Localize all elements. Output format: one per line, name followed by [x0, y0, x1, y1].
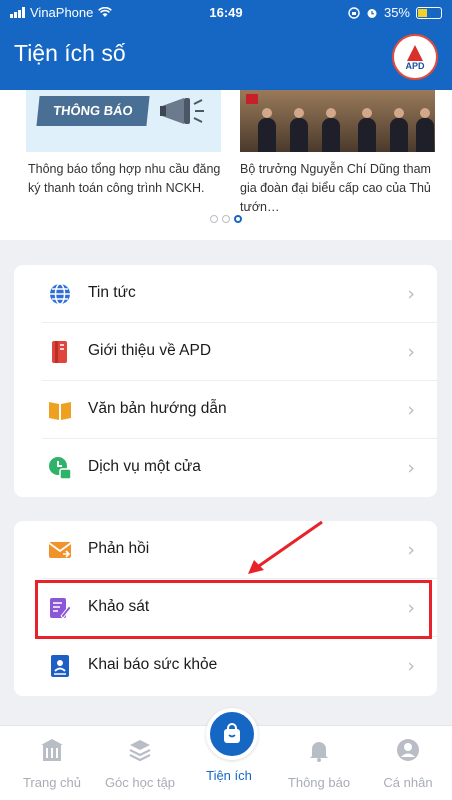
menu-item-gioi-thieu[interactable]: Giới thiệu về APD › [14, 323, 437, 381]
person-figure [258, 108, 276, 152]
person-figure [322, 108, 340, 152]
chevron-right-icon: › [407, 539, 415, 561]
chevron-right-icon: › [407, 457, 415, 479]
logo-text: APD [405, 61, 425, 71]
news-carousel[interactable]: THÔNG BÁO Thông báo tổng hợp nhu cầu đăn… [0, 90, 452, 240]
chevron-right-icon: › [407, 283, 415, 305]
menu-item-dich-vu[interactable]: Dịch vụ một cửa › [14, 439, 437, 497]
book-icon [49, 402, 71, 420]
layers-icon [129, 740, 151, 762]
tab-tien-ich[interactable]: Tiện ích [185, 768, 273, 783]
menu-label: Tin tức [88, 284, 136, 301]
rotation-lock-icon [348, 6, 360, 19]
person-figure [416, 108, 434, 152]
status-bar: VinaPhone 16:49 35% [0, 0, 452, 26]
person-figure [358, 108, 376, 152]
bell-icon [310, 742, 328, 762]
news-card-announcement[interactable]: THÔNG BÁO [26, 90, 221, 152]
megaphone-icon [160, 98, 204, 124]
person-figure [290, 108, 308, 152]
tab-trang-chu[interactable]: Trang chủ [8, 738, 96, 790]
news-card-meeting-photo[interactable] [240, 90, 435, 152]
tab-ca-nhan[interactable]: Cá nhân [364, 738, 452, 790]
menu-item-tin-tuc[interactable]: Tin tức › [14, 265, 437, 323]
red-arrow-annotation [248, 520, 323, 574]
globe-icon [50, 283, 70, 305]
service-icon [49, 457, 72, 480]
chevron-right-icon: › [407, 655, 415, 677]
menu-label: Khai báo sức khỏe [88, 656, 218, 673]
carousel-dot[interactable] [210, 215, 218, 223]
tab-label: Góc học tập [104, 775, 176, 790]
tab-label: Trang chủ [22, 775, 82, 790]
utilities-fab-button[interactable] [206, 708, 258, 760]
tab-label: Tiện ích [206, 768, 252, 783]
carousel-dot-active[interactable] [234, 215, 242, 223]
menu-item-phan-hoi[interactable]: Phản hồi › [14, 521, 437, 579]
tab-thong-bao[interactable]: Thông báo [275, 738, 363, 790]
user-icon [397, 739, 419, 761]
status-right: 35% [348, 5, 442, 20]
page-title: Tiện ích số [14, 40, 126, 66]
alarm-icon [367, 8, 377, 18]
tab-goc-hoc-tap[interactable]: Góc học tập [96, 738, 184, 790]
chevron-right-icon: › [407, 341, 415, 363]
battery-icon [416, 6, 442, 19]
carousel-indicator[interactable] [0, 210, 452, 228]
building-icon [41, 739, 63, 761]
news-caption-2[interactable]: Bộ trưởng Nguyễn Chí Dũng tham gia đoàn … [240, 160, 440, 217]
flame-icon [407, 45, 423, 61]
highlight-box [35, 580, 432, 639]
health-icon [51, 655, 69, 677]
flag-icon [246, 94, 258, 104]
person-figure [390, 108, 408, 152]
app-header: Tiện ích số APD [0, 26, 452, 90]
announcement-label: THÔNG BÁO [36, 96, 150, 126]
apd-logo[interactable]: APD [392, 34, 438, 80]
bookmark-icon [52, 341, 67, 363]
carousel-dot[interactable] [222, 215, 230, 223]
bag-icon [224, 723, 240, 743]
menu-group-info: Tin tức › Giới thiệu về APD › Văn bản hư… [14, 265, 437, 497]
menu-label: Phản hồi [88, 540, 150, 557]
menu-item-van-ban[interactable]: Văn bản hướng dẫn › [14, 381, 437, 439]
menu-label: Giới thiệu về APD [88, 342, 212, 359]
menu-item-khai-bao[interactable]: Khai báo sức khỏe › [14, 637, 437, 695]
mail-icon [48, 542, 72, 558]
tab-label: Cá nhân [383, 775, 433, 790]
tab-label: Thông báo [287, 775, 351, 790]
menu-label: Văn bản hướng dẫn [88, 400, 227, 417]
chevron-right-icon: › [407, 399, 415, 421]
battery-percent: 35% [383, 5, 410, 20]
menu-label: Dịch vụ một cửa [88, 458, 201, 475]
news-caption-1[interactable]: Thông báo tổng hợp nhu cầu đăng ký thanh… [28, 160, 228, 198]
